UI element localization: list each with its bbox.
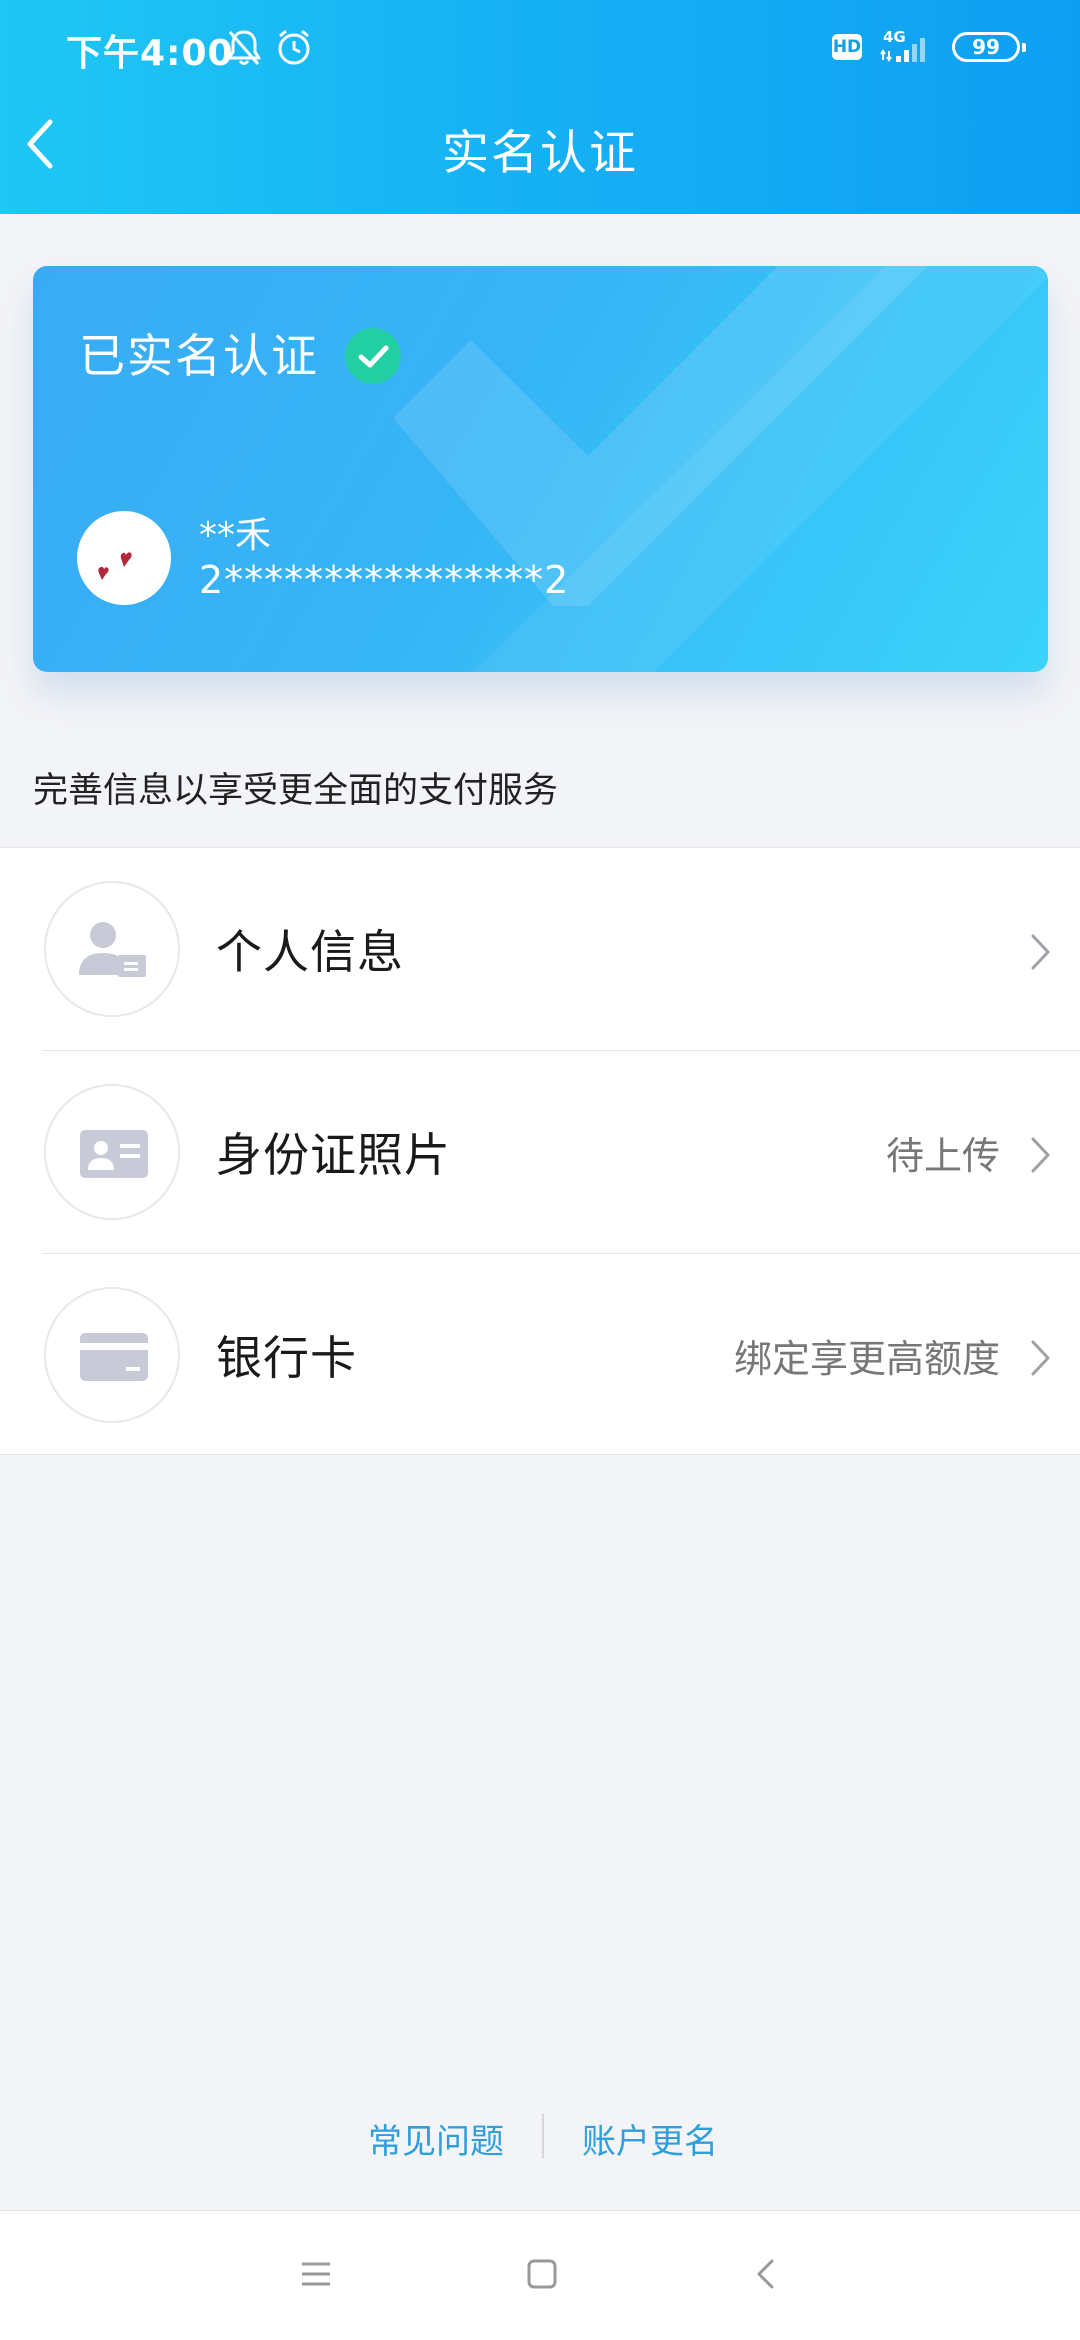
bank-card-status: 绑定享更高额度 bbox=[733, 1337, 1000, 1381]
footer-divider bbox=[542, 2114, 544, 2158]
menu-icon[interactable] bbox=[298, 2256, 334, 2292]
nav-back-icon[interactable] bbox=[748, 2256, 784, 2292]
chevron-right-icon bbox=[1031, 1340, 1050, 1376]
account-rename-link[interactable]: 账户更名 bbox=[582, 2114, 718, 2163]
avatar bbox=[77, 511, 171, 605]
header-bar: 下午4:00 HD 4G 99 实名认证 bbox=[0, 0, 1080, 214]
personal-info-icon bbox=[44, 881, 180, 1017]
alarm-icon bbox=[278, 29, 310, 65]
list-item-bank-card[interactable]: 银行卡 绑定享更高额度 bbox=[0, 1254, 1080, 1457]
bank-card-icon bbox=[44, 1287, 180, 1423]
upload-status: 待上传 bbox=[885, 1134, 1000, 1178]
verification-options-list: 个人信息 身份证照片 待上传 银行卡 绑定享更高额度 bbox=[0, 847, 1080, 1455]
footer-links: 常见问题 账户更名 bbox=[0, 2104, 1080, 2164]
status-bar: 下午4:00 HD 4G 99 bbox=[0, 0, 1080, 96]
item-label: 身份证照片 bbox=[216, 1128, 451, 1182]
list-item-id-card-photo[interactable]: 身份证照片 待上传 bbox=[0, 1051, 1080, 1254]
hd-icon: HD bbox=[832, 34, 862, 60]
list-item-personal-info[interactable]: 个人信息 bbox=[0, 848, 1080, 1051]
bell-off-icon bbox=[227, 30, 261, 65]
home-icon[interactable] bbox=[524, 2256, 560, 2292]
chevron-right-icon bbox=[1031, 1137, 1050, 1173]
id-card-icon bbox=[44, 1084, 180, 1220]
verified-status-label: 已实名认证 bbox=[79, 329, 319, 383]
item-label: 银行卡 bbox=[216, 1331, 357, 1385]
user-id-number: 2****************2 bbox=[199, 558, 570, 602]
signal-icon bbox=[880, 38, 925, 62]
verified-check-icon bbox=[345, 328, 401, 384]
status-time: 下午4:00 bbox=[66, 33, 234, 74]
system-nav-bar bbox=[0, 2210, 1080, 2340]
faq-link[interactable]: 常见问题 bbox=[368, 2114, 504, 2163]
info-prompt: 完善信息以享受更全面的支付服务 bbox=[33, 771, 559, 811]
verification-card: 已实名认证 **禾 2****************2 bbox=[33, 266, 1048, 672]
user-name: **禾 bbox=[199, 515, 272, 556]
page-title: 实名认证 bbox=[442, 126, 638, 181]
chevron-right-icon bbox=[1031, 934, 1050, 970]
battery-icon: 99 bbox=[952, 32, 1026, 62]
item-label: 个人信息 bbox=[216, 925, 404, 979]
